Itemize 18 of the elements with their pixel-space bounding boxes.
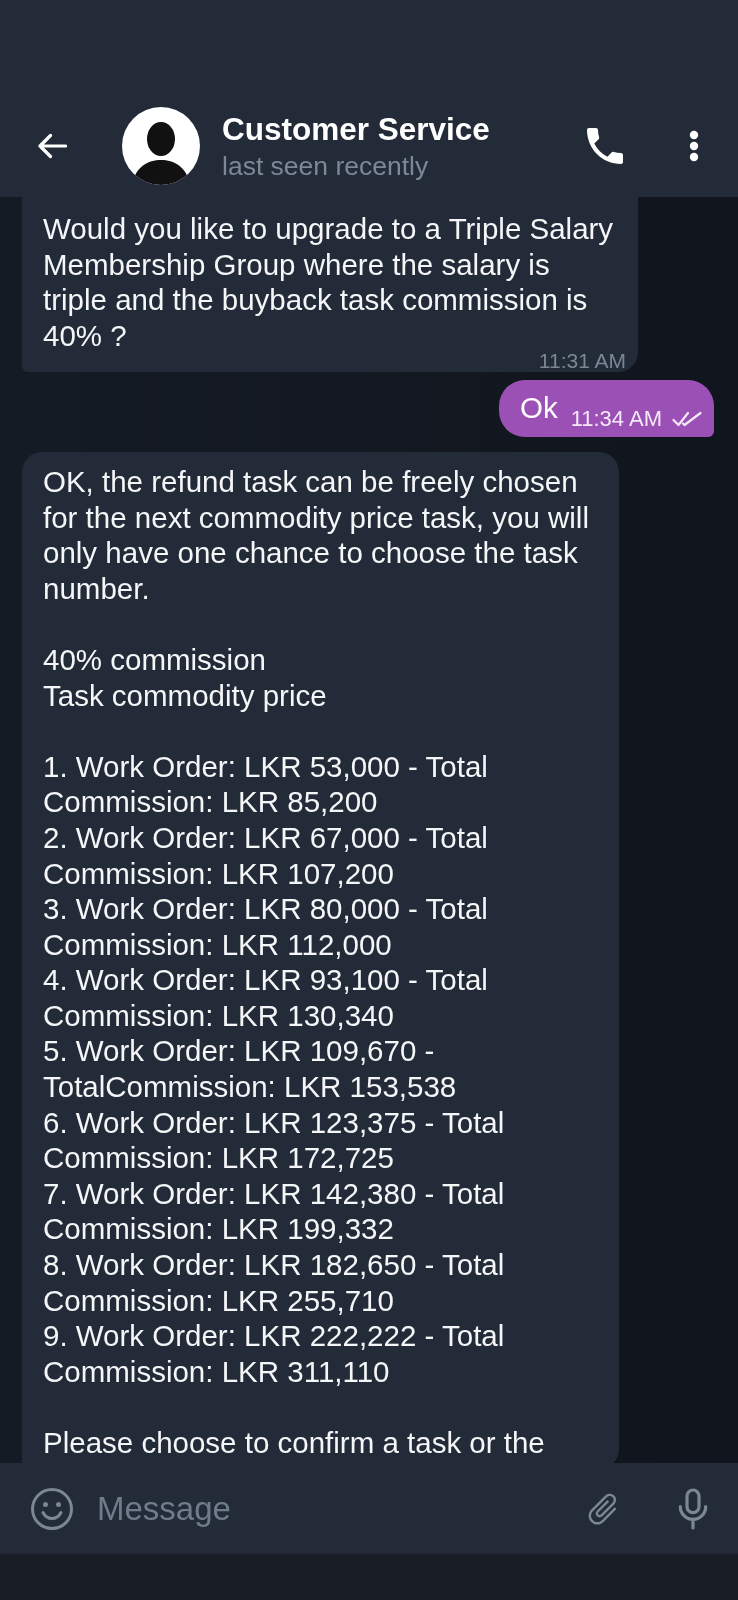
- message-time: 11:31 AM: [538, 353, 626, 370]
- call-button[interactable]: [587, 128, 623, 164]
- message-text: Would you like to upgrade to a Triple Salary Membership Group where the salary is triple and the buyback task commission is 40% ?: [43, 211, 615, 354]
- smiley-icon: [30, 1486, 74, 1531]
- more-options-button[interactable]: [689, 130, 699, 162]
- voice-message-button[interactable]: [649, 1463, 738, 1554]
- more-options-icon: [689, 130, 699, 162]
- contact-name: Customer Service: [222, 111, 490, 147]
- phone-icon: [587, 128, 623, 164]
- microphone-icon: [677, 1487, 709, 1530]
- last-seen-status: last seen recently: [222, 151, 429, 181]
- message-input[interactable]: Message: [97, 1463, 564, 1554]
- back-button[interactable]: [37, 133, 67, 159]
- back-arrow-icon: [37, 133, 67, 159]
- message-time: 11:34 AM: [570, 406, 662, 431]
- message-text: OK, the refund task can be freely chosen for the next commodity price task, you will only have one chance to choose the task number. 40% commission Task commodity price 1. Work Order: LKR 53,000 - Total Commission: LKR 85,200 2. Work Order: LKR 67,000 - Total Commission: LKR 107,200 3. Work Order: LKR 80,000 - Total Commission: LKR 112,000 4. Work Order: LKR 93,100 - Total Commission: LKR 130,340 5. Work Order: LKR 109,670 - TotalCommission: LKR 153,538 6. Work Order: LKR 123,375 - Total Commission: LKR 172,725 7. Work Order: LKR 142,380 - Total Commission: LKR 199,332 8. Work Order: LKR 182,650 - Total Commission: LKR 255,710 9. Work Order: LKR 222,222 - Total Commission: LKR 311,110 Please choose to confirm a task or the: [43, 463, 590, 1461]
- avatar-icon: [122, 107, 200, 185]
- message-text: Ok: [519, 390, 558, 426]
